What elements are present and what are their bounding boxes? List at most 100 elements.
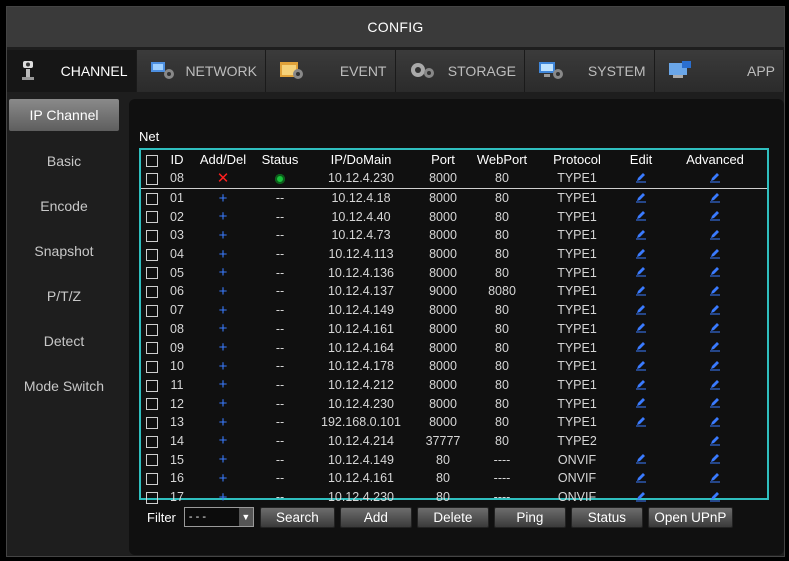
table-row[interactable]: 10 + -- 10.12.4.178 8000 80 TYPE1	[141, 357, 767, 376]
table-row[interactable]: 02 + -- 10.12.4.40 8000 80 TYPE1	[141, 207, 767, 226]
table-row[interactable]: 14 + -- 10.12.4.214 37777 80 TYPE2	[141, 432, 767, 451]
tab-storage[interactable]: STORAGE	[395, 50, 525, 92]
row-checkbox[interactable]	[141, 188, 163, 207]
table-row[interactable]: 07 + -- 10.12.4.149 8000 80 TYPE1	[141, 301, 767, 320]
tab-app[interactable]: APP	[654, 50, 784, 92]
edit-pencil-icon[interactable]	[635, 396, 647, 411]
row-checkbox[interactable]	[141, 413, 163, 432]
delete-button[interactable]: Delete	[416, 506, 489, 528]
filter-select[interactable]: - - - ▼	[183, 507, 254, 527]
edit-pencil-icon[interactable]	[635, 321, 647, 336]
edit-pencil-icon[interactable]	[635, 171, 647, 186]
add-channel-button[interactable]: +	[191, 394, 255, 413]
edit-pencil-icon[interactable]	[635, 452, 647, 467]
edit-pencil-icon[interactable]	[635, 209, 647, 224]
row-checkbox[interactable]	[141, 432, 163, 451]
advanced-pencil-icon[interactable]	[709, 471, 721, 486]
sidebar-item-p-t-z[interactable]: P/T/Z	[9, 273, 119, 318]
row-checkbox[interactable]	[141, 320, 163, 339]
row-checkbox[interactable]	[141, 376, 163, 395]
tab-event[interactable]: EVENT	[266, 50, 396, 92]
table-row[interactable]: 08 ✕ 10.12.4.230 8000 80 TYPE1	[141, 169, 767, 189]
add-channel-button[interactable]: +	[191, 376, 255, 395]
advanced-pencil-icon[interactable]	[709, 303, 721, 318]
table-row[interactable]: 17 + -- 10.12.4.230 80 ---- ONVIF	[141, 488, 767, 507]
row-checkbox[interactable]	[141, 338, 163, 357]
advanced-pencil-icon[interactable]	[709, 171, 721, 186]
advanced-pencil-icon[interactable]	[709, 490, 721, 505]
advanced-pencil-icon[interactable]	[709, 247, 721, 262]
advanced-pencil-icon[interactable]	[709, 340, 721, 355]
tab-network[interactable]: NETWORK	[136, 50, 266, 92]
row-checkbox[interactable]	[141, 282, 163, 301]
add-channel-button[interactable]: +	[191, 263, 255, 282]
add-channel-button[interactable]: +	[191, 188, 255, 207]
edit-pencil-icon[interactable]	[635, 490, 647, 505]
add-channel-button[interactable]: +	[191, 226, 255, 245]
table-row[interactable]: 04 + -- 10.12.4.113 8000 80 TYPE1	[141, 245, 767, 264]
table-row[interactable]: 11 + -- 10.12.4.212 8000 80 TYPE1	[141, 376, 767, 395]
edit-pencil-icon[interactable]	[635, 247, 647, 262]
table-row[interactable]: 13 + -- 192.168.0.101 8000 80 TYPE1	[141, 413, 767, 432]
sidebar-item-snapshot[interactable]: Snapshot	[9, 228, 119, 273]
edit-pencil-icon[interactable]	[635, 228, 647, 243]
table-row[interactable]: 16 + -- 10.12.4.161 80 ---- ONVIF	[141, 469, 767, 488]
edit-pencil-icon[interactable]	[635, 378, 647, 393]
advanced-pencil-icon[interactable]	[709, 284, 721, 299]
add-channel-button[interactable]: +	[191, 320, 255, 339]
row-checkbox[interactable]	[141, 301, 163, 320]
edit-pencil-icon[interactable]	[635, 191, 647, 206]
advanced-pencil-icon[interactable]	[709, 321, 721, 336]
sidebar-item-detect[interactable]: Detect	[9, 318, 119, 363]
table-row[interactable]: 03 + -- 10.12.4.73 8000 80 TYPE1	[141, 226, 767, 245]
advanced-pencil-icon[interactable]	[709, 209, 721, 224]
advanced-pencil-icon[interactable]	[709, 228, 721, 243]
add-channel-button[interactable]: +	[191, 301, 255, 320]
edit-pencil-icon[interactable]	[635, 284, 647, 299]
add-channel-button[interactable]: +	[191, 282, 255, 301]
edit-pencil-icon[interactable]	[635, 359, 647, 374]
ping-button[interactable]: Ping	[493, 506, 566, 528]
add-channel-button[interactable]: +	[191, 469, 255, 488]
row-checkbox[interactable]	[141, 357, 163, 376]
row-checkbox[interactable]	[141, 263, 163, 282]
table-row[interactable]: 08 + -- 10.12.4.161 8000 80 TYPE1	[141, 320, 767, 339]
advanced-pencil-icon[interactable]	[709, 191, 721, 206]
add-channel-button[interactable]: +	[191, 207, 255, 226]
row-checkbox[interactable]	[141, 169, 163, 189]
row-checkbox[interactable]	[141, 450, 163, 469]
open-upnp-button[interactable]: Open UPnP	[647, 506, 733, 528]
advanced-pencil-icon[interactable]	[709, 434, 721, 449]
tab-system[interactable]: SYSTEM	[525, 50, 655, 92]
table-row[interactable]: 05 + -- 10.12.4.136 8000 80 TYPE1	[141, 263, 767, 282]
row-checkbox[interactable]	[141, 245, 163, 264]
table-row[interactable]: 12 + -- 10.12.4.230 8000 80 TYPE1	[141, 394, 767, 413]
table-row[interactable]: 15 + -- 10.12.4.149 80 ---- ONVIF	[141, 450, 767, 469]
edit-pencil-icon[interactable]	[635, 265, 647, 280]
sidebar-item-mode-switch[interactable]: Mode Switch	[9, 363, 119, 408]
advanced-pencil-icon[interactable]	[709, 359, 721, 374]
row-checkbox[interactable]	[141, 488, 163, 507]
advanced-pencil-icon[interactable]	[709, 415, 721, 430]
add-channel-button[interactable]: +	[191, 413, 255, 432]
row-checkbox[interactable]	[141, 207, 163, 226]
sidebar-item-encode[interactable]: Encode	[9, 183, 119, 228]
tab-channel[interactable]: CHANNEL	[7, 50, 137, 92]
advanced-pencil-icon[interactable]	[709, 378, 721, 393]
edit-pencil-icon[interactable]	[635, 340, 647, 355]
add-channel-button[interactable]: +	[191, 245, 255, 264]
row-checkbox[interactable]	[141, 226, 163, 245]
search-button[interactable]: Search	[259, 506, 335, 528]
sidebar-item-ip-channel[interactable]: IP Channel	[9, 99, 119, 131]
select-all-checkbox[interactable]	[141, 150, 163, 169]
advanced-pencil-icon[interactable]	[709, 265, 721, 280]
add-channel-button[interactable]: +	[191, 357, 255, 376]
row-checkbox[interactable]	[141, 394, 163, 413]
table-row[interactable]: 06 + -- 10.12.4.137 9000 8080 TYPE1	[141, 282, 767, 301]
delete-channel-button[interactable]: ✕	[191, 169, 255, 189]
chevron-down-icon[interactable]: ▼	[238, 508, 253, 526]
sidebar-item-basic[interactable]: Basic	[9, 138, 119, 183]
advanced-pencil-icon[interactable]	[709, 452, 721, 467]
edit-pencil-icon[interactable]	[635, 303, 647, 318]
add-button[interactable]: Add	[339, 506, 412, 528]
